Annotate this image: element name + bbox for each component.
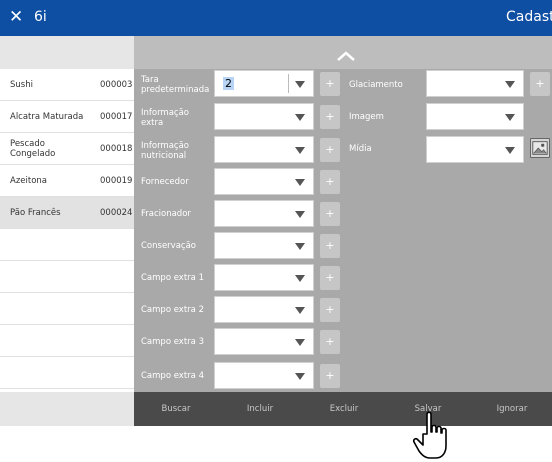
dropdown-arrow-icon: [505, 114, 515, 121]
dropdown-arrow-icon: [295, 81, 305, 88]
list-item[interactable]: Pescado Congelado 000018: [0, 133, 134, 165]
dropdown-arrow-icon: [295, 147, 305, 154]
item-code: 000024: [100, 208, 133, 218]
select-conservacao[interactable]: [214, 232, 314, 259]
image-picker-icon[interactable]: [530, 138, 550, 158]
list-header: [0, 36, 134, 69]
list-footer: [0, 392, 134, 426]
add-button[interactable]: +: [320, 170, 340, 194]
label-campo-extra-3: Campo extra 3: [141, 337, 204, 347]
list-item-empty: [0, 325, 134, 357]
add-button[interactable]: +: [320, 298, 340, 322]
label-informacao-extra: Informação extra: [141, 108, 190, 128]
item-name: Sushi: [10, 80, 33, 90]
list-item-empty: [0, 229, 134, 261]
label-fracionador: Fracionador: [141, 209, 191, 219]
select-campo-extra-1[interactable]: [214, 264, 314, 291]
select-fornecedor[interactable]: [214, 168, 314, 195]
label-imagem: Imagem: [349, 112, 384, 122]
label-tara: Tara predeterminada: [141, 75, 210, 95]
select-imagem[interactable]: [426, 103, 524, 130]
list-item-selected[interactable]: Pão Francês 000024: [0, 197, 134, 229]
dropdown-arrow-icon: [295, 275, 305, 282]
label-informacao-nutricional: Informação nutricional: [141, 141, 190, 161]
list-item-empty: [0, 357, 134, 389]
incluir-button[interactable]: Incluir: [218, 392, 302, 426]
dropdown-arrow-icon: [505, 147, 515, 154]
add-button[interactable]: +: [320, 266, 340, 290]
list-item[interactable]: Azeitona 000019: [0, 165, 134, 197]
item-name: Azeitona: [10, 176, 47, 186]
dropdown-arrow-icon: [505, 81, 515, 88]
label-midia: Mídia: [349, 144, 372, 154]
list-item-empty: [0, 261, 134, 293]
product-list: Sushi 000003 Alcatra Maturada 000017 Pes…: [0, 69, 134, 392]
ignorar-button[interactable]: Ignorar: [470, 392, 552, 426]
dropdown-arrow-icon: [295, 307, 305, 314]
add-button[interactable]: +: [320, 234, 340, 258]
app-name: 6i: [34, 9, 47, 25]
dropdown-arrow-icon: [295, 179, 305, 186]
add-button[interactable]: +: [320, 105, 340, 129]
select-midia[interactable]: [426, 136, 524, 163]
label-glaciamento: Glaciamento: [349, 80, 403, 90]
add-button[interactable]: +: [320, 202, 340, 226]
select-tara[interactable]: 2: [214, 70, 314, 97]
add-button[interactable]: +: [320, 138, 340, 162]
select-campo-extra-3[interactable]: [214, 328, 314, 355]
item-code: 000017: [100, 112, 133, 122]
label-conservacao: Conservação: [141, 241, 196, 251]
select-informacao-nutricional[interactable]: [214, 136, 314, 163]
item-name: Pão Francês: [10, 208, 61, 218]
add-button[interactable]: +: [530, 72, 550, 96]
list-item[interactable]: Sushi 000003: [0, 69, 134, 101]
item-name: Alcatra Maturada: [10, 112, 84, 122]
label-fornecedor: Fornecedor: [141, 177, 189, 187]
select-value: 2: [223, 77, 234, 90]
close-icon[interactable]: ✕: [9, 7, 23, 27]
buscar-button[interactable]: Buscar: [134, 392, 218, 426]
select-fracionador[interactable]: [214, 200, 314, 227]
select-campo-extra-2[interactable]: [214, 296, 314, 323]
select-campo-extra-4[interactable]: [214, 362, 314, 389]
select-glaciamento[interactable]: [426, 70, 524, 97]
hand-pointer-icon: [412, 411, 447, 459]
select-divider: [288, 74, 289, 93]
item-name: Pescado Congelado: [10, 139, 56, 159]
dropdown-arrow-icon: [295, 211, 305, 218]
label-campo-extra-2: Campo extra 2: [141, 305, 204, 315]
dropdown-arrow-icon: [295, 114, 305, 121]
list-item[interactable]: Alcatra Maturada 000017: [0, 101, 134, 133]
item-code: 000003: [100, 80, 133, 90]
add-button[interactable]: +: [320, 72, 340, 96]
chevron-up-icon[interactable]: [336, 50, 356, 62]
screen-title: Cadastr: [506, 9, 552, 25]
add-button[interactable]: +: [320, 364, 340, 388]
dropdown-arrow-icon: [295, 243, 305, 250]
label-campo-extra-4: Campo extra 4: [141, 371, 204, 381]
label-campo-extra-1: Campo extra 1: [141, 273, 204, 283]
app-window: ✕ 6i Cadastr Sushi 000003 Alcatra Matura…: [0, 0, 552, 462]
add-button[interactable]: +: [320, 330, 340, 354]
item-code: 000019: [100, 176, 133, 186]
dropdown-arrow-icon: [295, 339, 305, 346]
excluir-button[interactable]: Excluir: [302, 392, 386, 426]
item-code: 000018: [100, 144, 133, 154]
title-bar: ✕ 6i Cadastr: [0, 0, 552, 36]
dropdown-arrow-icon: [295, 373, 305, 380]
list-item-empty: [0, 293, 134, 325]
select-informacao-extra[interactable]: [214, 103, 314, 130]
